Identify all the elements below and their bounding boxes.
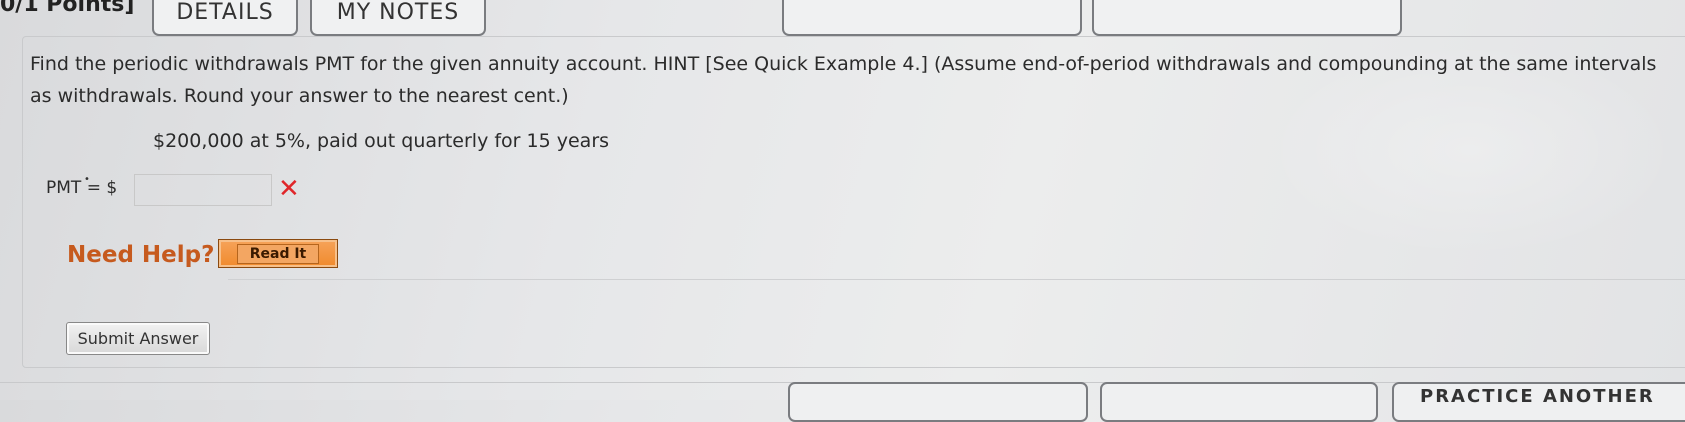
submit-answer-button[interactable]: Submit Answer bbox=[66, 322, 210, 355]
given-values: $200,000 at 5%, paid out quarterly for 1… bbox=[153, 130, 610, 152]
answer-marker-dot: • bbox=[84, 174, 90, 185]
points-label: 0/1 Points] bbox=[0, 0, 135, 17]
tab-my-notes-label: MY NOTES bbox=[336, 0, 460, 25]
read-it-button[interactable]: Read It bbox=[218, 239, 338, 268]
wrong-x-icon: ✕ bbox=[278, 174, 300, 204]
answer-label: PMT = $ bbox=[46, 178, 118, 198]
need-help-label: Need Help? bbox=[67, 242, 215, 268]
tab-details-label: DETAILS bbox=[176, 0, 274, 25]
read-it-label: Read It bbox=[236, 243, 320, 264]
pmt-answer-input[interactable] bbox=[134, 174, 272, 206]
tab-my-notes[interactable]: MY NOTES bbox=[310, 0, 486, 36]
question-text: Find the periodic withdrawals PMT for th… bbox=[30, 53, 1657, 107]
practice-another-label: PRACTICE ANOTHER bbox=[1420, 386, 1655, 407]
tab-details[interactable]: DETAILS bbox=[152, 0, 298, 36]
bottom-button-2[interactable] bbox=[1100, 382, 1378, 422]
tab-practice-blank[interactable] bbox=[782, 0, 1082, 36]
tab-ask-teacher-blank[interactable] bbox=[1092, 0, 1402, 36]
divider bbox=[228, 279, 1685, 280]
bottom-button-1[interactable] bbox=[788, 382, 1088, 422]
